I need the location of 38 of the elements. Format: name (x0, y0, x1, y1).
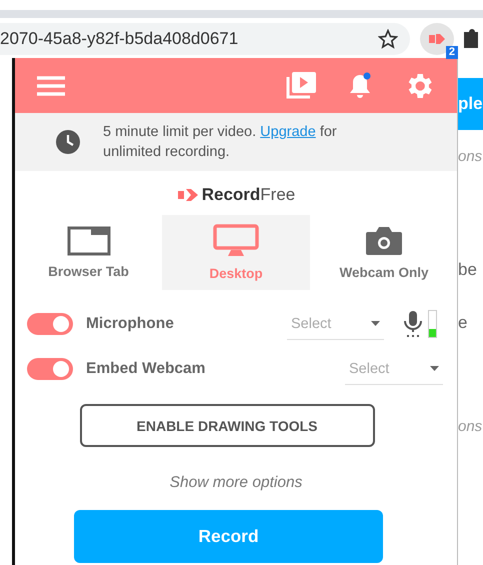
toggle-switch[interactable] (27, 313, 73, 335)
microphone-icon (404, 310, 422, 338)
option-label: Embed Webcam (86, 360, 206, 378)
toggle-switch[interactable] (27, 358, 73, 380)
record-logo-icon (427, 32, 447, 46)
monitor-icon (213, 224, 259, 258)
mode-tab[interactable]: Browser Tab (15, 215, 162, 290)
more-options-link[interactable]: Show more options (170, 474, 302, 492)
page-button[interactable]: ple (458, 78, 483, 130)
page-text: ons (458, 148, 483, 165)
level-meter (428, 310, 437, 338)
menu-icon (37, 76, 65, 96)
star-icon (378, 29, 398, 49)
caret-icon (430, 366, 439, 371)
logo-text: RecordFree (202, 185, 296, 205)
option-label: Microphone (86, 315, 175, 333)
upgrade-link[interactable]: Upgrade (260, 124, 316, 140)
page-text: ons (458, 418, 483, 435)
drawing-tools-button[interactable]: ENABLE DRAWING TOOLS (80, 404, 374, 447)
caret-icon (371, 321, 380, 326)
select-field[interactable]: Select (287, 308, 384, 340)
camera-icon (364, 225, 404, 257)
browser-tab-icon (66, 226, 110, 256)
notification-bell-icon[interactable] (347, 72, 373, 100)
page-text: e (458, 313, 468, 333)
clock-icon (55, 129, 81, 155)
puzzle-icon (464, 28, 478, 50)
mode-tab[interactable]: Webcam Only (310, 215, 458, 290)
logo-icon (176, 187, 199, 203)
record-button[interactable]: Record (74, 510, 383, 563)
mode-tab[interactable]: Desktop (162, 215, 310, 290)
video-library-icon[interactable] (285, 70, 317, 100)
page-text: be (458, 260, 478, 280)
select-field[interactable]: Select (345, 353, 443, 385)
address-bar[interactable]: 2070-45a8-y82f-b5da408d0671 (0, 23, 410, 55)
notice-text: 5 minute limit per video. Upgrade for unlimited recording. (103, 123, 338, 162)
url-text: 2070-45a8-y82f-b5da408d0671 (0, 29, 238, 49)
extension-badge: 2 (446, 46, 458, 59)
